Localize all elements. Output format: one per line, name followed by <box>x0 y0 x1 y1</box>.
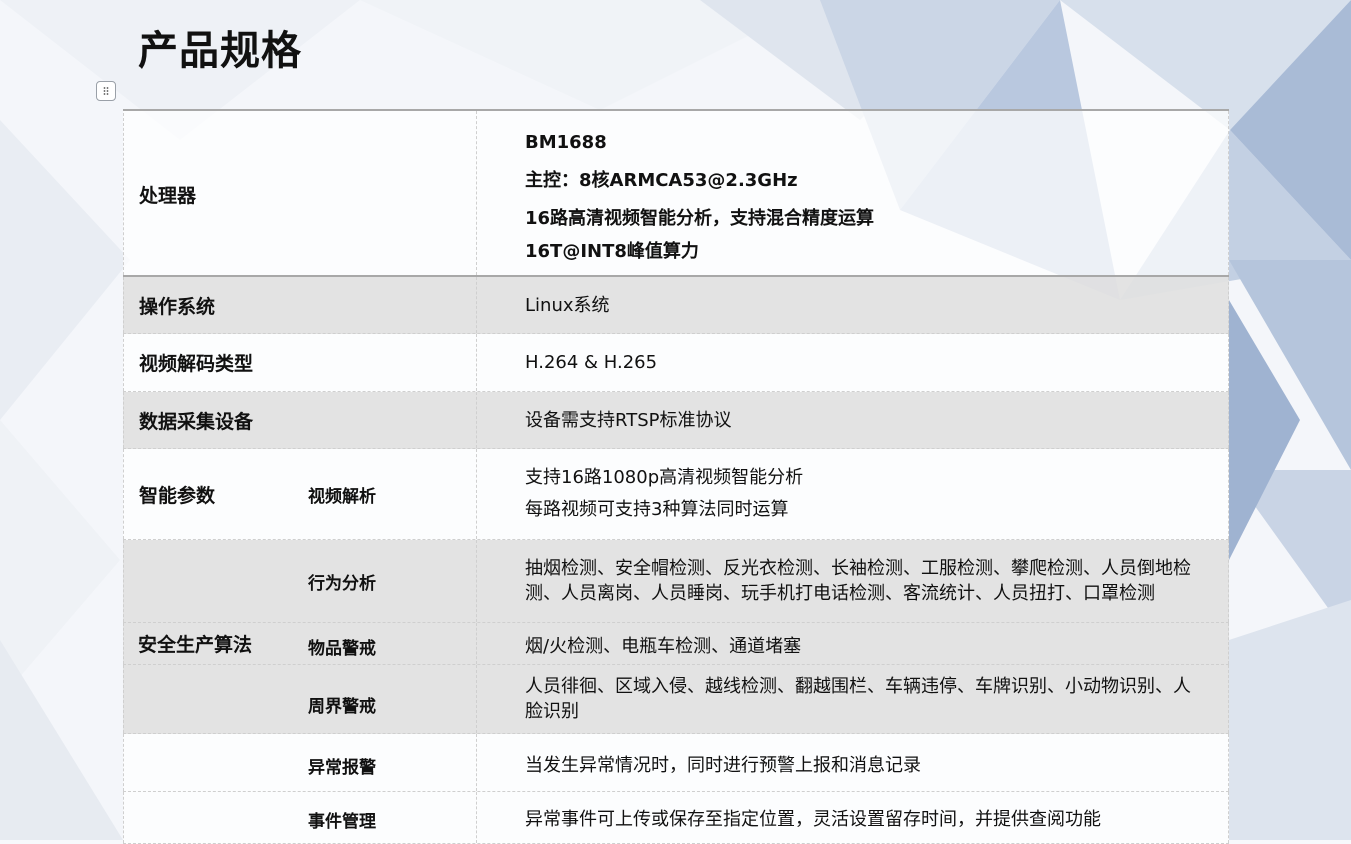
spec-row-event-management: 事件管理 异常事件可上传或保存至指定位置，灵活设置留存时间，并提供查阅功能 <box>123 792 1229 844</box>
spec-row-processor: 处理器 BM1688 主控：8核ARMCA53@2.3GHz 16路高清视频智能… <box>123 111 1229 277</box>
spec-sublabel-perimeter-alert: 周界警戒 <box>293 665 477 733</box>
spec-sublabel-empty <box>293 111 477 275</box>
spec-row-smart-params: 智能参数 视频解析 支持16路1080p高清视频智能分析 每路视频可支持3种算法… <box>123 449 1229 540</box>
page-title: 产品规格 <box>138 28 302 74</box>
spec-row-behavior-analysis: 行为分析 抽烟检测、安全帽检测、反光衣检测、长袖检测、工服检测、攀爬检测、人员倒… <box>123 540 1229 623</box>
spec-row-os: 操作系统 Linux系统 <box>123 277 1229 334</box>
processor-line: BM1688 <box>525 132 607 153</box>
spec-value-video-decode: H.264 & H.265 <box>477 334 1229 391</box>
spec-row-data-capture: 数据采集设备 设备需支持RTSP标准协议 <box>123 392 1229 449</box>
spec-sublabel-event-management: 事件管理 <box>293 792 477 843</box>
spec-value-data-capture: 设备需支持RTSP标准协议 <box>477 392 1229 448</box>
smart-params-line: 每路视频可支持3种算法同时运算 <box>525 499 789 520</box>
spec-label-data-capture: 数据采集设备 <box>123 392 293 448</box>
spec-label-smart-params: 智能参数 <box>123 449 293 539</box>
spec-sublabel-video-analysis: 视频解析 <box>293 449 477 539</box>
spec-value-event-management: 异常事件可上传或保存至指定位置，灵活设置留存时间，并提供查阅功能 <box>477 792 1229 843</box>
spec-value-behavior-analysis: 抽烟检测、安全帽检测、反光衣检测、长袖检测、工服检测、攀爬检测、人员倒地检测、人… <box>477 540 1229 622</box>
processor-line: 16路高清视频智能分析，支持混合精度运算 <box>525 208 875 229</box>
spec-row-alarm: 异常报警 当发生异常情况时，同时进行预警上报和消息记录 <box>123 734 1229 792</box>
spec-row-perimeter-alert: 周界警戒 人员徘徊、区域入侵、越线检测、翻越围栏、车辆违停、车牌识别、小动物识别… <box>123 665 1229 734</box>
spec-label-os: 操作系统 <box>123 277 293 333</box>
spec-sublabel-behavior-analysis: 行为分析 <box>293 540 477 622</box>
spec-label-safety-algorithms: 安全生产算法 <box>138 634 253 656</box>
safety-algorithms-group: 安全生产算法 行为分析 抽烟检测、安全帽检测、反光衣检测、长袖检测、工服检测、攀… <box>123 540 1229 734</box>
smart-params-line: 支持16路1080p高清视频智能分析 <box>525 467 804 488</box>
spec-sublabel-item-alert: 物品警戒 <box>293 623 477 664</box>
spec-value-item-alert: 烟/火检测、电瓶车检测、通道堵塞 <box>477 623 1229 664</box>
spec-value-smart-params: 支持16路1080p高清视频智能分析 每路视频可支持3种算法同时运算 <box>477 449 1229 539</box>
spec-row-video-decode: 视频解码类型 H.264 & H.265 <box>123 334 1229 392</box>
grip-dots-icon <box>103 87 109 95</box>
spec-value-perimeter-alert: 人员徘徊、区域入侵、越线检测、翻越围栏、车辆违停、车牌识别、小动物识别、人脸识别 <box>477 665 1229 733</box>
processor-line: 主控：8核ARMCA53@2.3GHz <box>525 170 798 191</box>
processor-line: 16T@INT8峰值算力 <box>525 241 699 262</box>
spec-value-os: Linux系统 <box>477 277 1229 333</box>
spec-value-processor: BM1688 主控：8核ARMCA53@2.3GHz 16路高清视频智能分析，支… <box>477 111 1229 275</box>
drag-handle-icon[interactable] <box>96 81 116 101</box>
spec-value-alarm: 当发生异常情况时，同时进行预警上报和消息记录 <box>477 734 1229 791</box>
spec-table: 处理器 BM1688 主控：8核ARMCA53@2.3GHz 16路高清视频智能… <box>123 109 1229 844</box>
spec-sublabel-alarm: 异常报警 <box>293 734 477 791</box>
spec-label-video-decode: 视频解码类型 <box>123 334 293 391</box>
spec-label-processor: 处理器 <box>123 113 293 275</box>
